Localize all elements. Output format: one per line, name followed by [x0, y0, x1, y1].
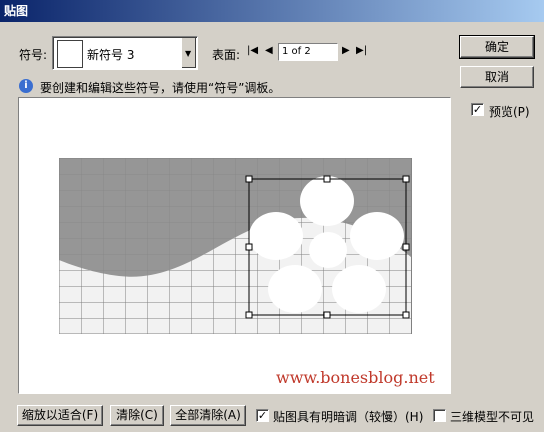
checkmark-icon: ✓ — [257, 409, 268, 422]
resize-handle[interactable] — [245, 311, 253, 319]
checkmark-icon: ✓ — [472, 103, 483, 116]
first-page-icon[interactable]: |◀ — [247, 45, 258, 56]
symbol-swatch — [57, 40, 83, 68]
hide-model-checkbox[interactable] — [433, 409, 446, 422]
dropdown-arrow-icon: ▼ — [185, 49, 192, 58]
shade-label: 贴图具有明暗调（较慢）(H) — [273, 410, 424, 424]
prev-page-icon[interactable]: ◀ — [265, 45, 273, 56]
watermark-text: www.bonesblog.net — [276, 368, 435, 387]
resize-handle[interactable] — [323, 175, 331, 183]
next-page-icon[interactable]: ▶ — [342, 45, 350, 56]
hide-model-label: 三维模型不可见 — [450, 410, 535, 424]
info-icon: i — [19, 79, 33, 93]
symbol-blob — [350, 212, 404, 260]
symbol-blob — [332, 265, 386, 313]
preview-checkbox[interactable]: ✓ — [471, 103, 484, 116]
symbol-blob — [309, 232, 347, 268]
ok-button[interactable]: 确定 — [459, 35, 535, 59]
shade-checkbox[interactable]: ✓ — [256, 409, 269, 422]
preview-area[interactable] — [18, 97, 451, 394]
texture-map-canvas[interactable] — [19, 98, 450, 393]
fit-button[interactable]: 缩放以适合(F) — [17, 405, 103, 426]
symbol-blob — [268, 265, 322, 313]
resize-handle[interactable] — [245, 243, 253, 251]
resize-handle[interactable] — [402, 243, 410, 251]
clear-button[interactable]: 清除(C) — [110, 405, 164, 426]
symbol-blob — [300, 176, 354, 226]
preview-label: 预览(P) — [489, 105, 530, 119]
info-text: 要创建和编辑这些符号，请使用“符号”调板。 — [40, 81, 281, 95]
title-bar: 贴图 — [0, 0, 544, 22]
clear-all-button[interactable]: 全部清除(A) — [170, 405, 246, 426]
resize-handle[interactable] — [323, 311, 331, 319]
surface-label: 表面: — [212, 48, 241, 62]
resize-handle[interactable] — [402, 311, 410, 319]
symbol-dropdown[interactable]: 新符号 3 ▼ — [52, 36, 198, 70]
resize-handle[interactable] — [402, 175, 410, 183]
symbol-value: 新符号 3 — [87, 48, 135, 62]
dropdown-arrow-button[interactable]: ▼ — [181, 38, 196, 68]
page-field[interactable]: 1 of 2 — [278, 43, 338, 61]
symbol-blob — [249, 212, 303, 260]
window-title: 贴图 — [4, 4, 29, 18]
resize-handle[interactable] — [245, 175, 253, 183]
cancel-button[interactable]: 取消 — [460, 66, 534, 88]
symbol-label: 符号: — [19, 48, 48, 62]
last-page-icon[interactable]: ▶| — [356, 45, 367, 56]
